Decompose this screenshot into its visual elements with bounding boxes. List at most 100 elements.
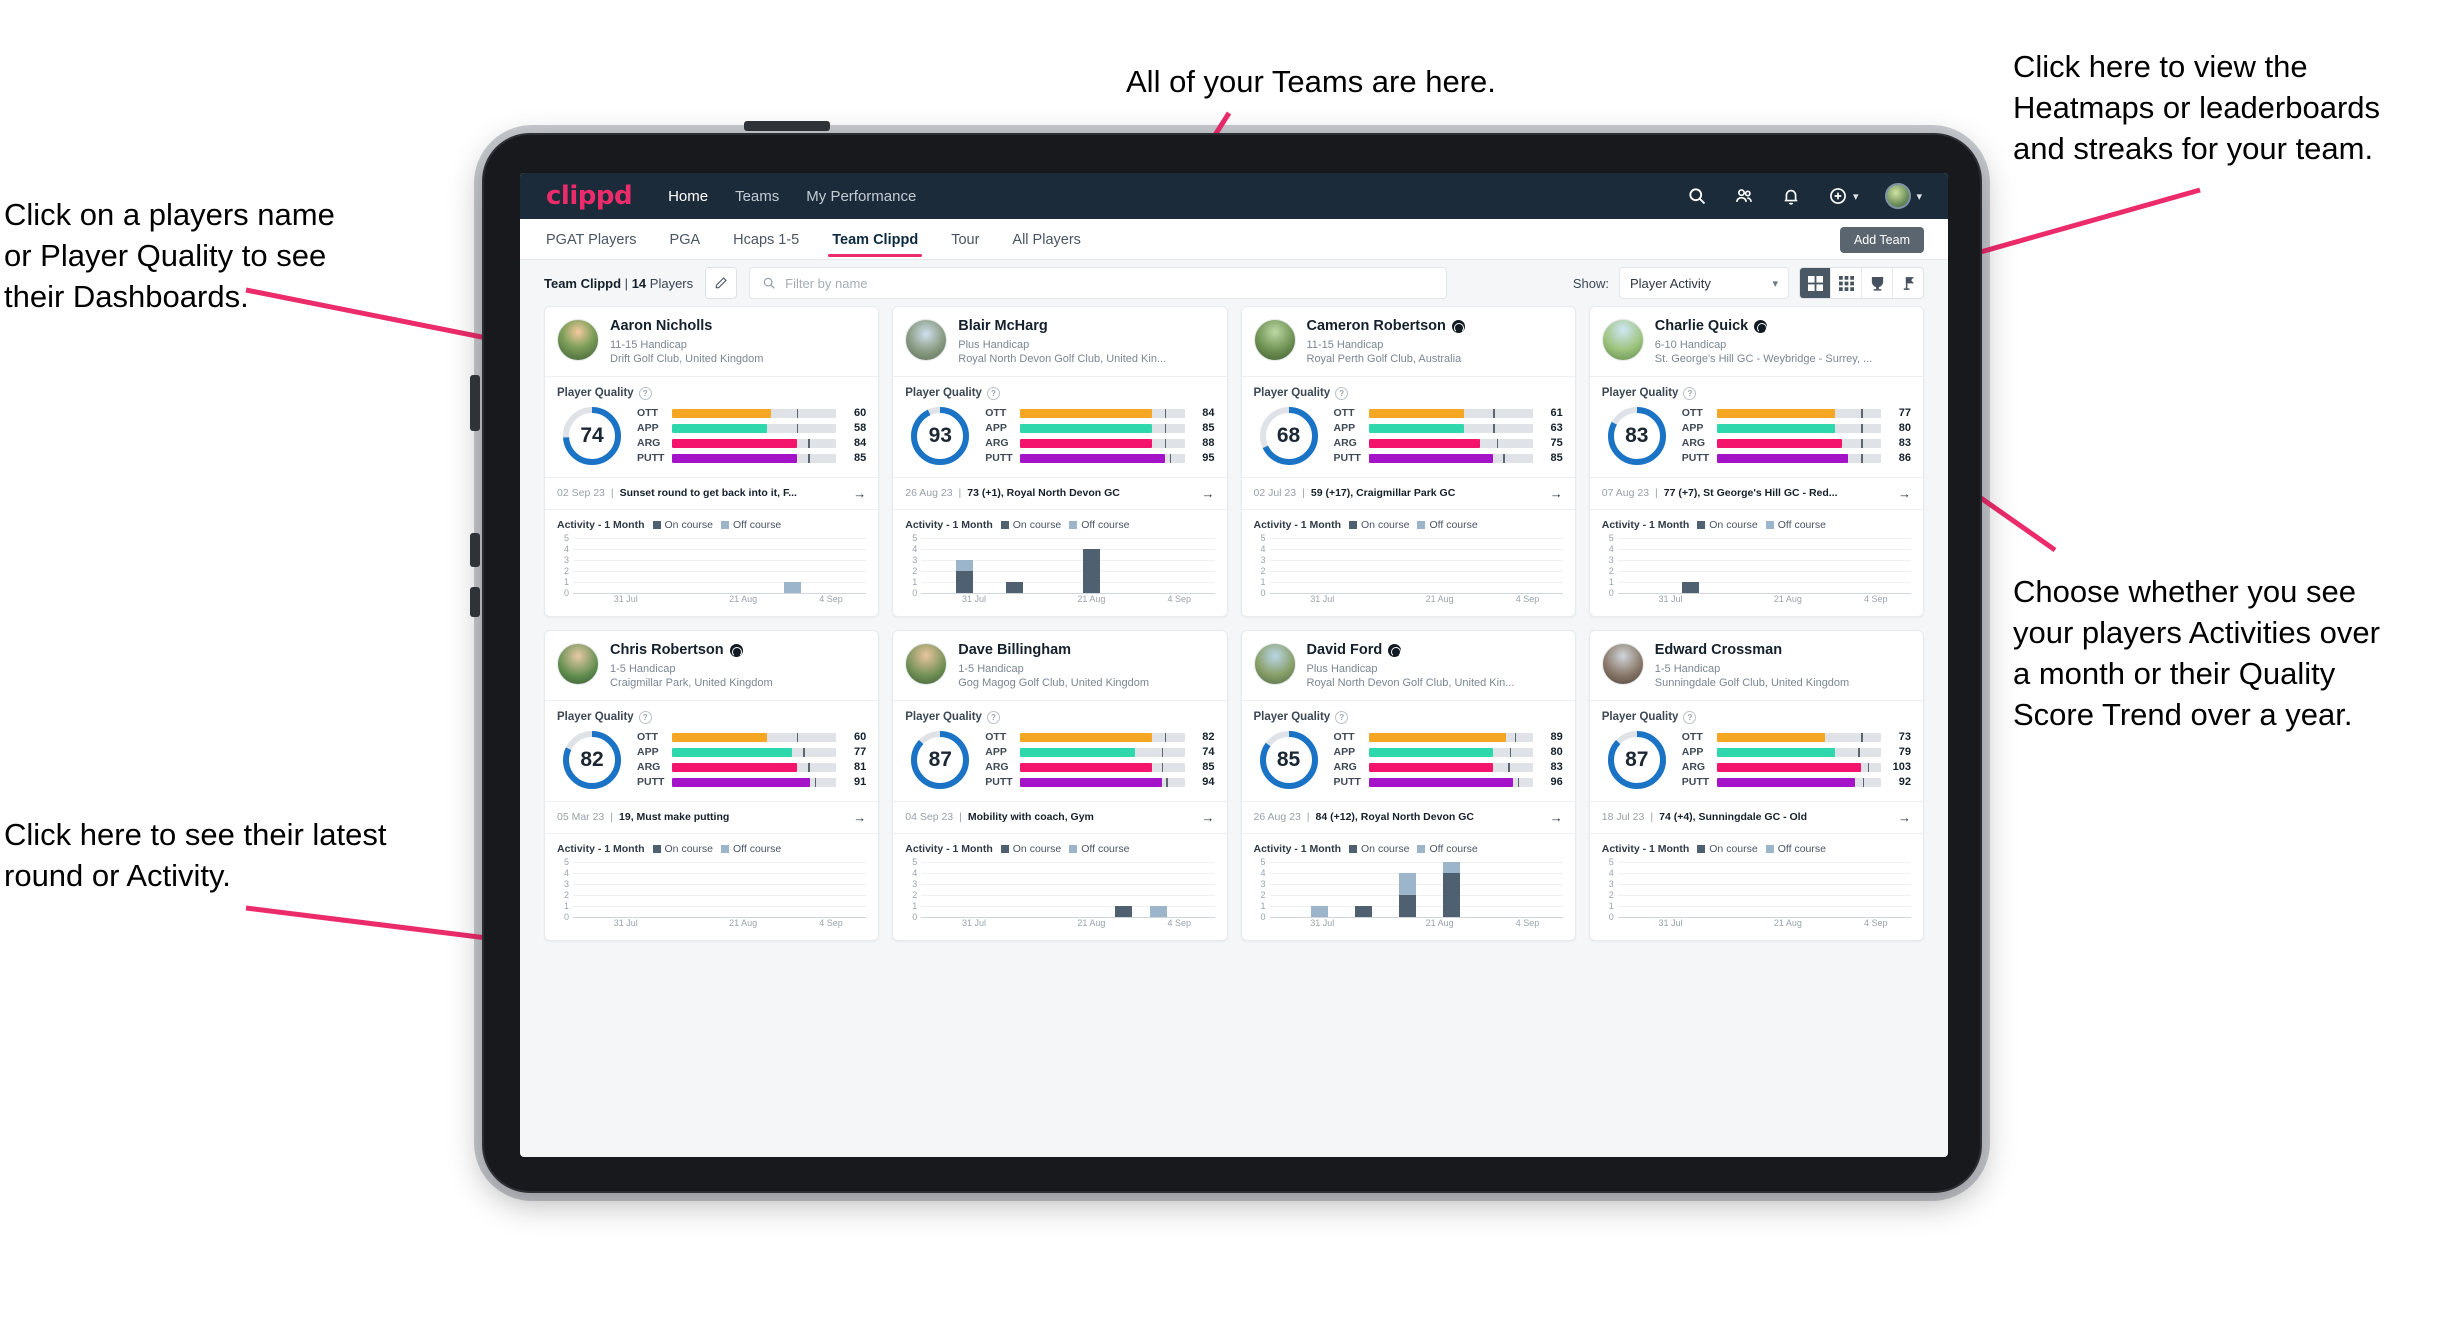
latest-round-row[interactable]: 02 Jul 23 | 59 (+17), Craigmillar Park G… (1241, 476, 1575, 510)
player-card[interactable]: Blair McHarg Plus Handicap Royal North D… (892, 306, 1228, 617)
player-card[interactable]: Charlie Quick 6-10 Handicap St. George's… (1588, 306, 1924, 617)
player-card-header[interactable]: Dave Billingham 1-5 Handicap Gog Magog G… (893, 631, 1227, 701)
latest-round-row[interactable]: 02 Sep 23 | Sunset round to get back int… (545, 476, 879, 510)
view-grid-small-button[interactable] (1831, 268, 1862, 298)
player-card[interactable]: Cameron Robertson 11-15 Handicap Royal P… (1240, 306, 1576, 617)
player-name[interactable]: Cameron Robertson (1307, 318, 1465, 335)
help-icon[interactable]: ? (1683, 386, 1697, 400)
tab-tour[interactable]: Tour (951, 221, 979, 257)
legend-on-course: On course (652, 519, 713, 531)
player-name[interactable]: David Ford (1307, 642, 1515, 659)
tab-hcaps-1-5[interactable]: Hcaps 1-5 (733, 221, 799, 257)
arrow-right-icon[interactable]: → (1898, 810, 1911, 825)
metric-benchmark-tick (814, 777, 817, 787)
legend-on-course: On course (1349, 843, 1409, 855)
search-icon[interactable] (1687, 186, 1707, 206)
clippd-logo[interactable]: clippd (546, 181, 633, 211)
latest-round-row[interactable]: 04 Sep 23 | Mobility with coach, Gym → (893, 800, 1227, 834)
view-grid-large-button[interactable] (1800, 268, 1831, 298)
y-axis-tick: 4 (1608, 543, 1614, 554)
nav-item-home[interactable]: Home (668, 188, 708, 205)
nav-item-teams[interactable]: Teams (735, 188, 779, 205)
show-select[interactable]: Player Activity ▾ (1619, 267, 1789, 299)
player-card-header[interactable]: David Ford Plus Handicap Royal North Dev… (1241, 631, 1575, 701)
latest-round-row[interactable]: 26 Aug 23 | 84 (+12), Royal North Devon … (1241, 800, 1575, 834)
player-card-header[interactable]: Cameron Robertson 11-15 Handicap Royal P… (1241, 307, 1575, 377)
x-axis: 31 Jul 21 Aug 4 Sep (1270, 918, 1563, 930)
nav-item-my-performance[interactable]: My Performance (806, 188, 916, 205)
player-quality-section[interactable]: Player Quality ? 68 OTT 61 APP 63 ARG 75… (1242, 377, 1575, 477)
player-quality-section[interactable]: Player Quality ? 85 OTT 89 APP 80 ARG 83… (1242, 701, 1575, 801)
help-icon[interactable]: ? (1335, 386, 1349, 400)
bell-icon[interactable] (1781, 186, 1801, 206)
player-card-header[interactable]: Blair McHarg Plus Handicap Royal North D… (893, 307, 1227, 377)
trophy-icon (1871, 276, 1883, 291)
arrow-right-icon[interactable]: → (1550, 810, 1563, 825)
player-card[interactable]: Dave Billingham 1-5 Handicap Gog Magog G… (892, 629, 1228, 941)
player-handicap: 1-5 Handicap (610, 662, 676, 675)
metric-bar-fill (1716, 423, 1835, 433)
player-quality-section[interactable]: Player Quality ? 82 OTT 60 APP 77 ARG 81… (545, 701, 878, 801)
edit-team-button[interactable] (705, 267, 738, 299)
player-quality-section[interactable]: Player Quality ? 87 OTT 82 APP 74 ARG 85… (893, 701, 1226, 801)
player-card-header[interactable]: Charlie Quick 6-10 Handicap St. George's… (1589, 307, 1923, 377)
player-card-header[interactable]: Chris Robertson 1-5 Handicap Craigmillar… (545, 631, 879, 701)
add-menu[interactable]: ▾ (1828, 186, 1858, 206)
latest-round-row[interactable]: 05 Mar 23 | 19, Must make putting → (545, 800, 879, 834)
quality-ring: 87 (1606, 729, 1668, 791)
player-card[interactable]: Aaron Nicholls 11-15 Handicap Drift Golf… (544, 306, 880, 617)
player-card[interactable]: David Ford Plus Handicap Royal North Dev… (1240, 629, 1576, 941)
player-quality-section[interactable]: Player Quality ? 83 OTT 77 APP 80 ARG 83… (1590, 377, 1923, 477)
gridline (1269, 537, 1563, 539)
player-name[interactable]: Edward Crossman (1655, 642, 1849, 659)
arrow-right-icon[interactable]: → (1202, 486, 1215, 501)
metric-label: PUTT (985, 776, 1013, 789)
player-quality-section[interactable]: Player Quality ? 87 OTT 73 APP 79 ARG 10… (1590, 701, 1923, 801)
arrow-right-icon[interactable]: → (1550, 486, 1563, 501)
player-quality-section[interactable]: Player Quality ? 74 OTT 60 APP 58 ARG 84… (545, 377, 878, 477)
tab-all-players[interactable]: All Players (1012, 221, 1081, 257)
people-icon[interactable] (1734, 186, 1754, 206)
player-card-header[interactable]: Aaron Nicholls 11-15 Handicap Drift Golf… (545, 307, 879, 377)
help-icon[interactable]: ? (986, 386, 1000, 400)
help-icon[interactable]: ? (1683, 710, 1697, 724)
player-card[interactable]: Chris Robertson 1-5 Handicap Craigmillar… (544, 629, 880, 941)
tab-team-clippd[interactable]: Team Clippd (828, 221, 923, 257)
search-input[interactable]: Filter by name (749, 267, 1448, 299)
metric-value: 60 (854, 407, 867, 420)
arrow-right-icon[interactable]: → (1898, 486, 1911, 501)
metric-benchmark-tick (1493, 408, 1495, 418)
x-axis: 31 Jul 21 Aug 4 Sep (573, 594, 866, 606)
player-name[interactable]: Blair McHarg (958, 318, 1166, 335)
arrow-right-icon[interactable]: → (853, 486, 866, 501)
view-leaderboard-button[interactable] (1862, 268, 1893, 298)
arrow-right-icon[interactable]: → (1202, 810, 1215, 825)
arrow-right-icon[interactable]: → (853, 810, 866, 825)
tab-pgat-players[interactable]: PGAT Players (546, 221, 637, 257)
player-quality-section[interactable]: Player Quality ? 93 OTT 84 APP 85 ARG 88… (893, 377, 1226, 477)
help-icon[interactable]: ? (1335, 710, 1349, 724)
latest-round-row[interactable]: 26 Aug 23 | 73 (+1), Royal North Devon G… (893, 476, 1227, 510)
player-quality-body: 87 OTT 73 APP 79 ARG 103 PUTT 92 (1602, 724, 1911, 797)
help-icon[interactable]: ? (638, 386, 652, 400)
tab-pga[interactable]: PGA (670, 221, 701, 257)
player-name[interactable]: Chris Robertson (610, 642, 773, 659)
latest-round-row[interactable]: 07 Aug 23 | 77 (+7), St George's Hill GC… (1589, 476, 1923, 510)
y-axis-tick: 5 (1260, 532, 1266, 543)
player-card-header[interactable]: Edward Crossman 1-5 Handicap Sunningdale… (1589, 631, 1923, 701)
player-name[interactable]: Aaron Nicholls (610, 318, 763, 335)
profile-menu[interactable]: ▾ (1885, 183, 1922, 209)
gridline (1617, 537, 1911, 539)
team-player-count-suffix: Players (649, 275, 694, 291)
player-card[interactable]: Edward Crossman 1-5 Handicap Sunningdale… (1588, 629, 1924, 941)
chevron-down-icon: ▾ (1916, 190, 1922, 203)
latest-round-row[interactable]: 18 Jul 23 | 74 (+4), Sunningdale GC - Ol… (1589, 800, 1923, 834)
help-icon[interactable]: ? (986, 710, 1000, 724)
add-team-button[interactable]: Add Team (1839, 227, 1924, 253)
player-club: Royal Perth Golf Club, Australia (1306, 352, 1462, 365)
help-icon[interactable]: ? (638, 710, 652, 724)
metric-benchmark-tick (1166, 777, 1168, 787)
player-name[interactable]: Charlie Quick (1655, 318, 1872, 335)
player-name[interactable]: Dave Billingham (958, 642, 1149, 659)
view-heatmap-button[interactable] (1893, 268, 1923, 298)
